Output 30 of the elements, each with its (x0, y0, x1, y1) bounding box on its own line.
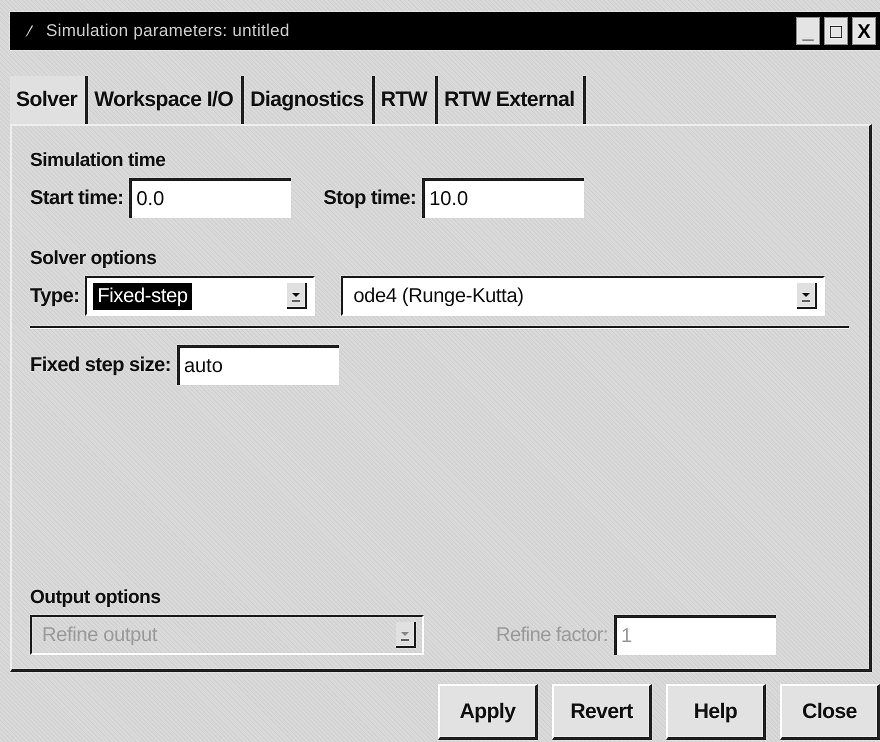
window-control-button[interactable]: _ (796, 17, 820, 45)
dropdown[interactable]: Fixed-step (85, 276, 316, 316)
tab[interactable]: Solver (10, 76, 88, 124)
dialog-button[interactable]: Apply (438, 684, 538, 740)
window-title: Simulation parameters: untitled (46, 21, 291, 41)
caret-icon (287, 283, 308, 309)
tab[interactable]: Workspace I/O (88, 76, 244, 124)
window-control-button[interactable]: X (852, 17, 876, 45)
field-label: Type: (30, 284, 80, 308)
field-label: Stop time: (323, 186, 416, 210)
section-heading: Output options (30, 587, 162, 609)
pen-icon (24, 24, 34, 38)
dialog-button[interactable]: Help (666, 684, 766, 740)
tab[interactable]: Diagnostics (244, 76, 375, 124)
section-heading: Simulation time (30, 150, 166, 172)
input-field[interactable]: 0.0 (129, 178, 292, 218)
field-label: Start time: (30, 186, 124, 210)
tab[interactable]: RTW (374, 76, 438, 124)
dropdown[interactable]: ode4 (Runge-Kutta) (341, 276, 826, 316)
field-label: Fixed step size: (30, 354, 171, 376)
input-field[interactable]: 10.0 (422, 178, 584, 218)
caret-icon (396, 622, 416, 648)
dialog-button[interactable]: Revert (552, 684, 652, 740)
dialog-button[interactable]: Close (780, 684, 880, 740)
field-label: Refine factor: (496, 624, 608, 646)
caret-icon (797, 283, 818, 309)
tab[interactable]: RTW External (438, 76, 586, 124)
window-control-button[interactable]: □ (824, 17, 848, 45)
section-heading: Solver options (30, 248, 158, 270)
input-field[interactable]: auto (176, 345, 339, 385)
